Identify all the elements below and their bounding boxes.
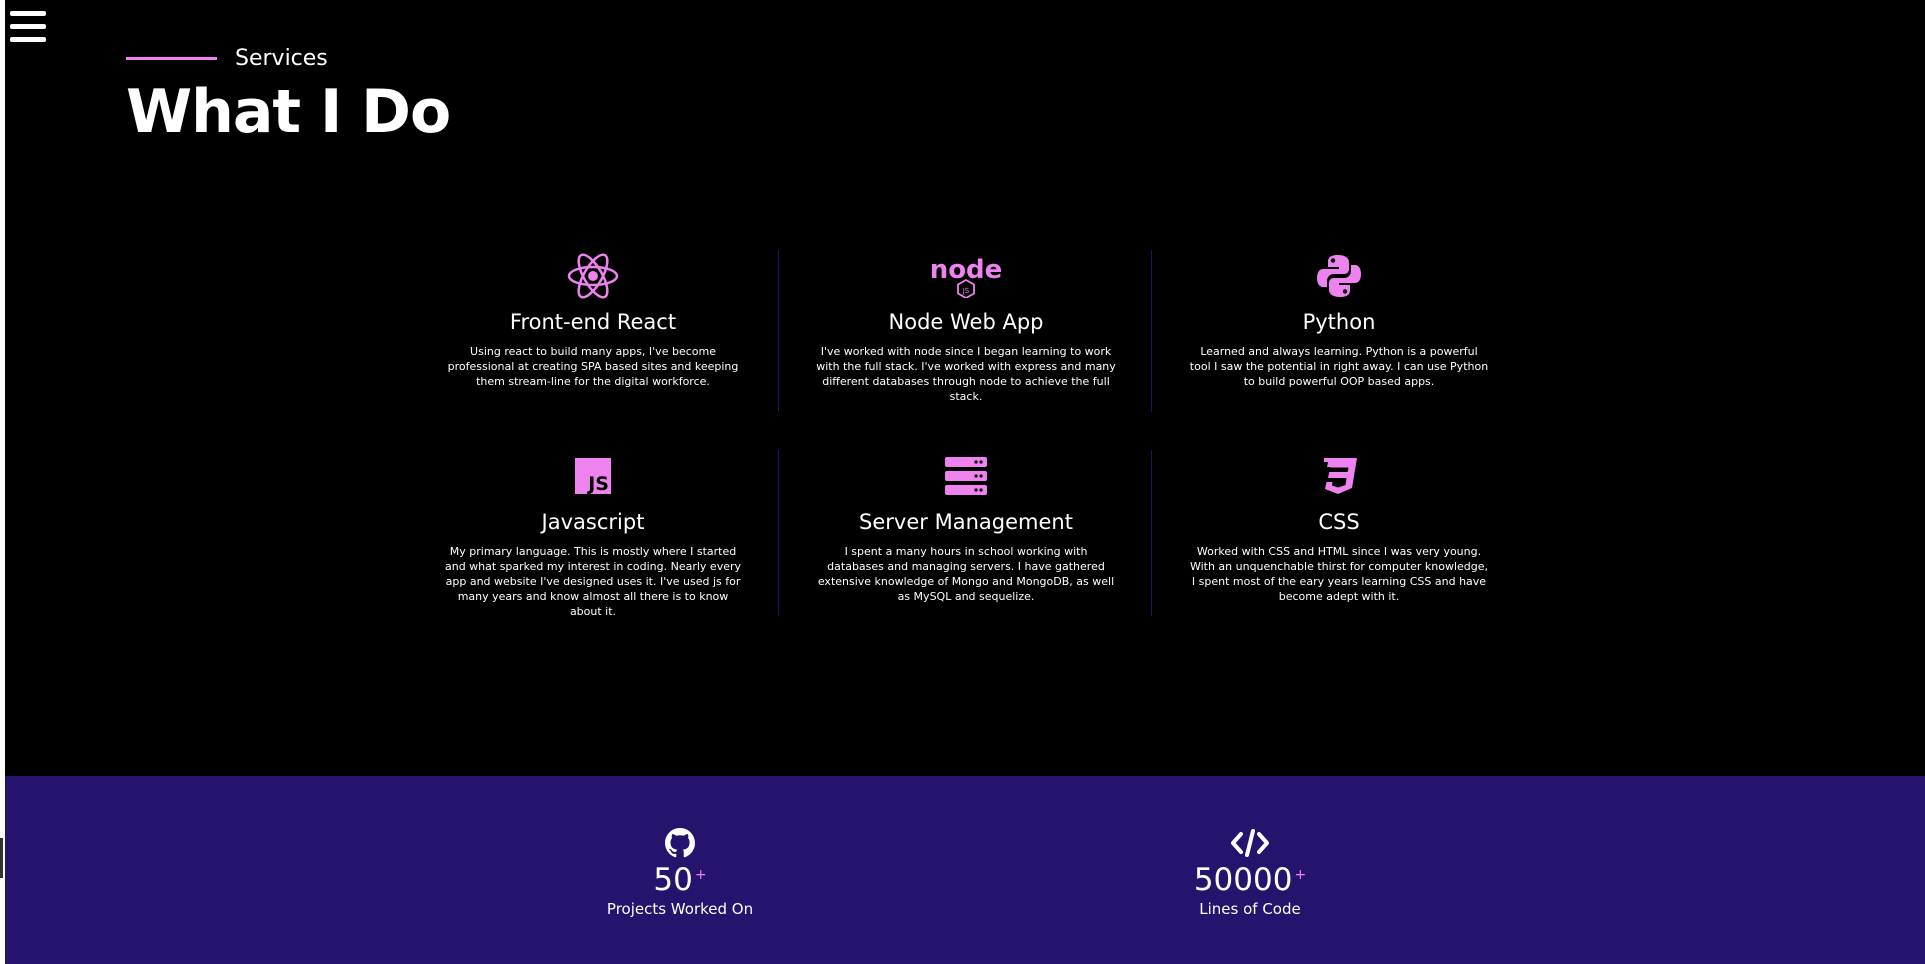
stat-label: Lines of Code (1199, 900, 1301, 918)
section-eyebrow: Services (126, 46, 450, 71)
hamburger-bar (10, 37, 46, 42)
eyebrow-line (126, 57, 217, 60)
nodejs-icon: node JS (779, 250, 1153, 302)
service-title: Javascript (541, 510, 645, 534)
stats-banner: 50 + Projects Worked On 50000 + Lines of C… (5, 776, 1925, 964)
stat-lines-of-code: 50000 + Lines of Code (1140, 828, 1360, 918)
left-edge-mark (0, 838, 3, 878)
service-title: CSS (1318, 510, 1360, 534)
hamburger-bar (10, 24, 46, 29)
service-title: Python (1302, 310, 1376, 334)
service-description: I spent a many hours in school working w… (817, 545, 1115, 603)
service-card-server: Server Management I spent a many hours i… (779, 450, 1153, 604)
service-description: Worked with CSS and HTML since I was ver… (1189, 545, 1489, 603)
service-description: My primary language. This is mostly wher… (444, 545, 742, 618)
stat-label: Projects Worked On (606, 900, 754, 918)
service-card-javascript: JS Javascript My primary language. This … (406, 450, 780, 619)
stat-number: 50 + (570, 862, 790, 898)
stat-value: 50 (653, 862, 693, 898)
service-card-node: node JS Node Web App I've worked with no… (779, 250, 1153, 404)
service-title: Front-end React (509, 310, 677, 334)
service-title: Server Management (859, 510, 1073, 534)
stat-number: 50000 + (1140, 862, 1360, 898)
service-description: Using react to build many apps, I've bec… (447, 345, 739, 388)
svg-text:JS: JS (962, 287, 970, 295)
stat-value: 50000 (1193, 862, 1293, 898)
eyebrow-text: Services (235, 46, 328, 71)
react-icon (406, 250, 780, 302)
stat-suffix: + (694, 866, 707, 883)
stat-projects: 50 + Projects Worked On (570, 828, 790, 918)
hamburger-bar (10, 11, 46, 16)
javascript-icon: JS (406, 450, 780, 502)
section-title: What I Do (126, 77, 451, 147)
svg-text:JS: JS (586, 473, 609, 494)
service-card-css: CSS Worked with CSS and HTML since I was… (1152, 450, 1526, 604)
service-card-python: Python Learned and always learning. Pyth… (1152, 250, 1526, 389)
css3-icon (1152, 450, 1526, 502)
python-icon (1152, 250, 1526, 302)
hamburger-menu-icon[interactable] (10, 11, 46, 44)
section-header: Services What I Do (126, 46, 451, 147)
github-icon (570, 828, 790, 858)
stat-suffix: + (1294, 866, 1307, 883)
service-description: I've worked with node since I began lear… (816, 345, 1116, 403)
service-card-react: Front-end React Using react to build man… (406, 250, 780, 389)
code-icon (1140, 828, 1360, 858)
service-description: Learned and always learning. Python is a… (1189, 345, 1489, 388)
server-icon (779, 450, 1153, 502)
service-title: Node Web App (888, 310, 1044, 334)
